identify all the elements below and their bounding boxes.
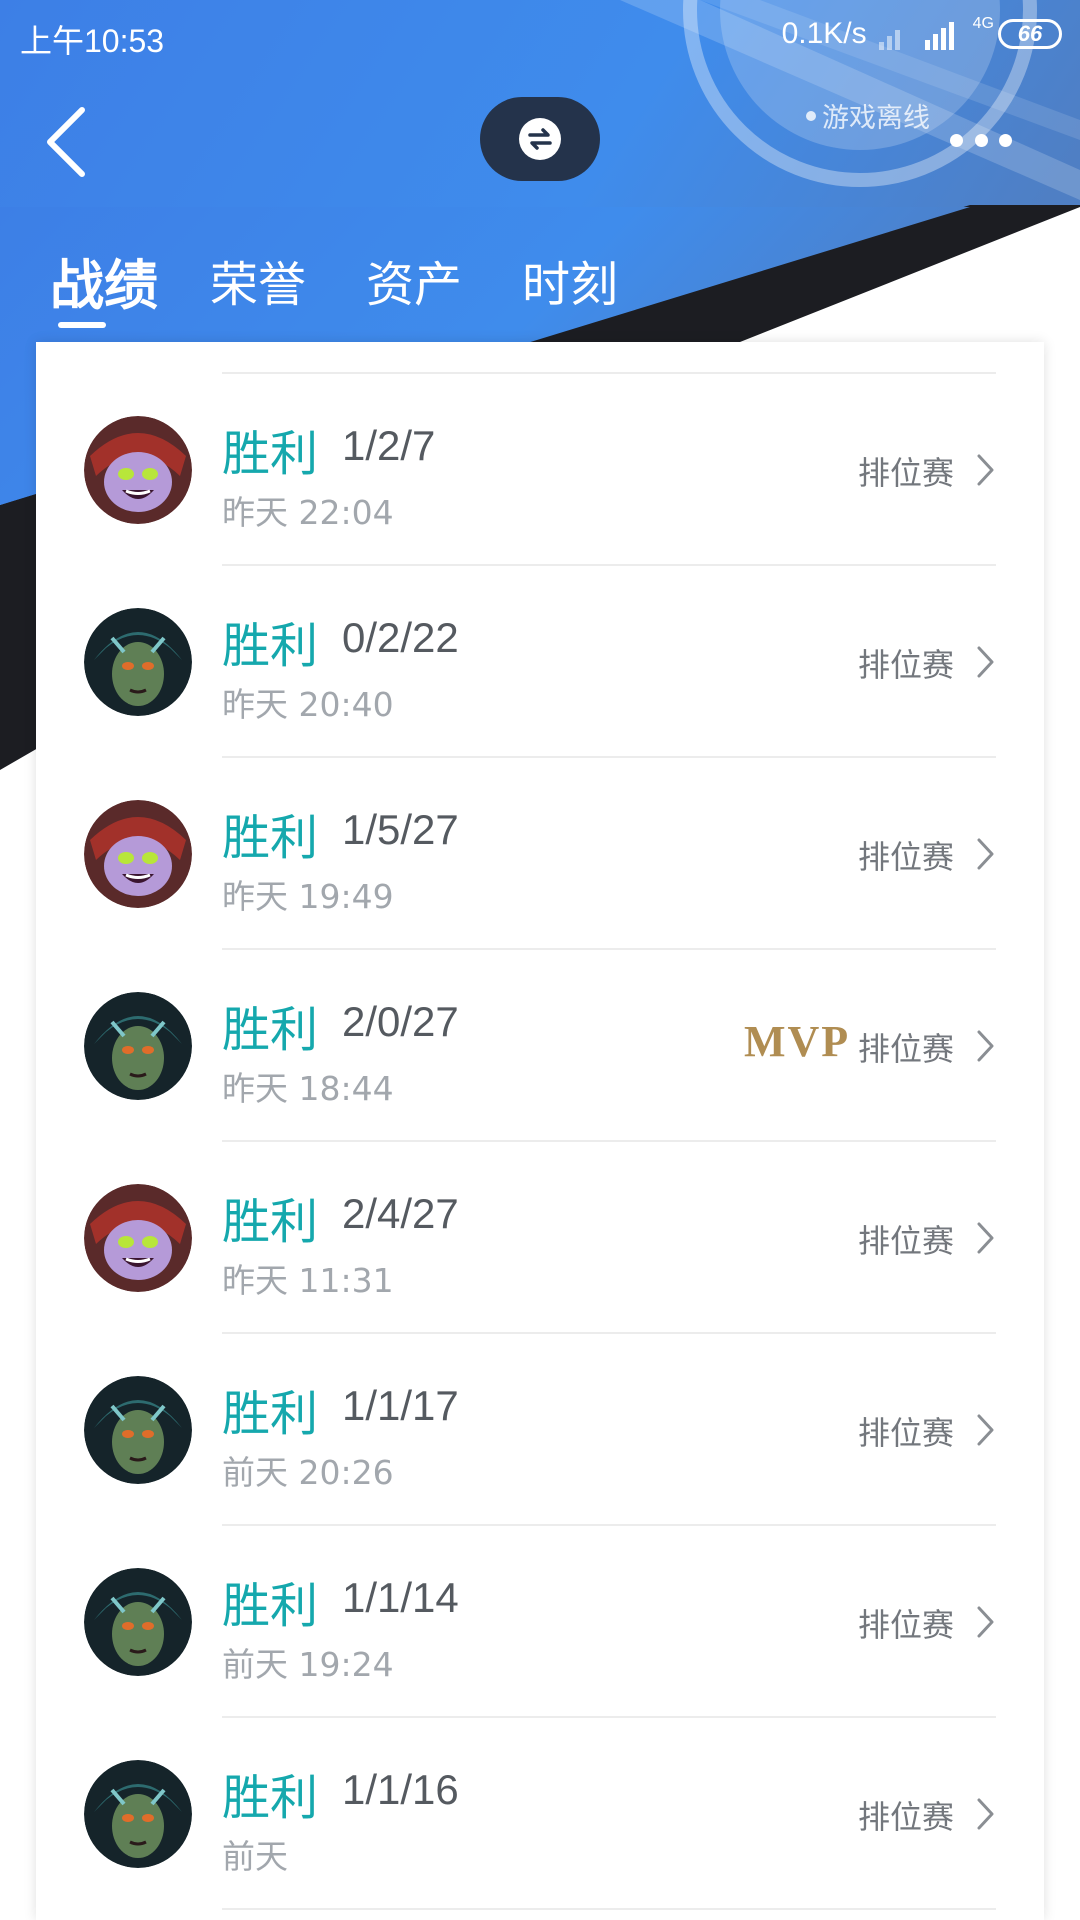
chevron-right-icon xyxy=(977,646,994,678)
match-mode: 排位赛 xyxy=(857,1222,954,1260)
match-list: 胜利 0/1/17 昨天 23:22 排位赛 胜利 1/2/7 昨天 22:04… xyxy=(36,342,1044,1910)
swap-arrows-icon xyxy=(519,118,561,160)
green-hero-icon xyxy=(84,608,192,716)
chevron-right-icon xyxy=(977,1030,994,1062)
match-kda: 1/2/7 xyxy=(342,422,436,469)
tab-bar: 战绩 荣誉 资产 时刻 xyxy=(0,207,1080,342)
match-time: 前天 xyxy=(222,1837,288,1876)
match-kda: 1/1/14 xyxy=(342,1574,459,1621)
match-time: 昨天 11:31 xyxy=(222,1261,394,1300)
hero-avatar xyxy=(84,416,192,524)
match-list-card: 胜利 0/1/17 昨天 23:22 排位赛 胜利 1/2/7 昨天 22:04… xyxy=(36,342,1044,1920)
match-result: 胜利 xyxy=(222,1002,319,1058)
more-dots-icon xyxy=(950,133,963,147)
network-type: 4G xyxy=(972,15,994,32)
hero-avatar xyxy=(84,1568,192,1676)
hero-avatar xyxy=(84,992,192,1100)
game-status: 游戏离线 xyxy=(806,96,930,135)
green-hero-icon xyxy=(84,1376,192,1484)
match-time: 前天 19:24 xyxy=(222,1645,394,1684)
green-hero-icon xyxy=(84,992,192,1100)
row-divider xyxy=(222,1908,996,1910)
match-mode: 排位赛 xyxy=(857,1606,954,1644)
match-time: 昨天 19:49 xyxy=(222,877,394,916)
chevron-right-icon xyxy=(977,838,994,870)
match-result: 胜利 xyxy=(222,1770,319,1826)
match-mode: 排位赛 xyxy=(857,1798,954,1836)
game-status-label: 游戏离线 xyxy=(822,103,930,134)
chevron-right-icon xyxy=(977,1414,994,1446)
purple-hero-icon xyxy=(84,800,192,908)
hero-avatar xyxy=(84,800,192,908)
match-row[interactable]: 胜利 1/1/17 前天 20:26 排位赛 xyxy=(36,1334,1044,1526)
tab-record[interactable]: 战绩 xyxy=(50,241,158,320)
match-mode: 排位赛 xyxy=(857,838,954,876)
match-row[interactable]: 胜利 1/2/7 昨天 22:04 排位赛 xyxy=(36,374,1044,566)
match-mode: 排位赛 xyxy=(857,454,954,492)
match-time: 前天 20:26 xyxy=(222,1453,394,1492)
purple-hero-icon xyxy=(84,1184,192,1292)
status-indicators: 0.1K/s 4G 66 xyxy=(782,14,1062,54)
hero-avatar xyxy=(84,1760,192,1868)
switch-account-button[interactable] xyxy=(480,97,600,181)
chevron-right-icon xyxy=(977,1798,994,1830)
match-result: 胜利 xyxy=(222,1194,319,1250)
match-time: 昨天 18:44 xyxy=(222,1069,394,1108)
match-mode: 排位赛 xyxy=(857,646,954,684)
match-time: 昨天 22:04 xyxy=(222,493,394,532)
match-row[interactable]: 胜利 1/5/27 昨天 19:49 排位赛 xyxy=(36,758,1044,950)
hero-avatar xyxy=(84,608,192,716)
match-time: 昨天 20:40 xyxy=(222,685,394,724)
match-kda: 1/1/16 xyxy=(342,1766,459,1813)
match-row[interactable]: 胜利 2/4/27 昨天 11:31 排位赛 xyxy=(36,1142,1044,1334)
more-button[interactable] xyxy=(950,130,1012,150)
match-kda: 1/1/17 xyxy=(342,1382,459,1429)
match-mode: 排位赛 xyxy=(857,1030,954,1068)
net-speed: 0.1K/s xyxy=(781,17,867,50)
mvp-badge: MVP xyxy=(744,1017,851,1066)
hero-avatar xyxy=(84,1376,192,1484)
match-kda: 0/2/22 xyxy=(342,614,459,661)
status-bar: 上午10:53 0.1K/s 4G 66 xyxy=(0,0,1080,72)
battery-icon: 66 xyxy=(998,19,1062,49)
match-result: 胜利 xyxy=(222,1578,319,1634)
more-dot xyxy=(999,133,1012,147)
match-result: 胜利 xyxy=(222,1386,319,1442)
match-result: 胜利 xyxy=(222,810,319,866)
back-button[interactable] xyxy=(38,102,98,182)
nav-bar: 游戏离线 xyxy=(0,72,1080,207)
match-row[interactable]: 胜利 1/1/16 前天 排位赛 xyxy=(36,1718,1044,1910)
match-kda: 2/4/27 xyxy=(342,1190,459,1237)
hero-avatar xyxy=(84,1184,192,1292)
match-kda: 1/5/27 xyxy=(342,806,459,853)
more-dot xyxy=(974,133,988,147)
match-mode: 排位赛 xyxy=(857,1414,954,1452)
status-dot-icon xyxy=(806,110,816,121)
match-row[interactable]: 胜利 0/1/17 昨天 23:22 排位赛 xyxy=(36,342,1044,374)
purple-hero-icon xyxy=(84,416,192,524)
match-result: 胜利 xyxy=(222,618,319,674)
tab-honor[interactable]: 荣誉 xyxy=(210,245,306,315)
match-row[interactable]: 胜利 1/1/14 前天 19:24 排位赛 xyxy=(36,1526,1044,1718)
match-kda: 2/0/27 xyxy=(342,998,459,1045)
signal-icon xyxy=(878,22,954,50)
green-hero-icon xyxy=(84,1568,192,1676)
green-hero-icon xyxy=(84,1760,192,1868)
tab-moments[interactable]: 时刻 xyxy=(522,245,618,315)
match-result: 胜利 xyxy=(222,426,319,482)
tab-indicator xyxy=(58,322,106,328)
chevron-right-icon xyxy=(977,1222,994,1254)
chevron-right-icon xyxy=(977,454,994,486)
tab-assets[interactable]: 资产 xyxy=(366,245,462,315)
match-row[interactable]: 胜利 0/2/22 昨天 20:40 排位赛 xyxy=(36,566,1044,758)
chevron-right-icon xyxy=(977,1606,994,1638)
match-row[interactable]: 胜利 2/0/27 昨天 18:44 MVP 排位赛 xyxy=(36,950,1044,1142)
status-time: 上午10:53 xyxy=(20,23,165,59)
chevron-left-icon xyxy=(47,107,85,177)
